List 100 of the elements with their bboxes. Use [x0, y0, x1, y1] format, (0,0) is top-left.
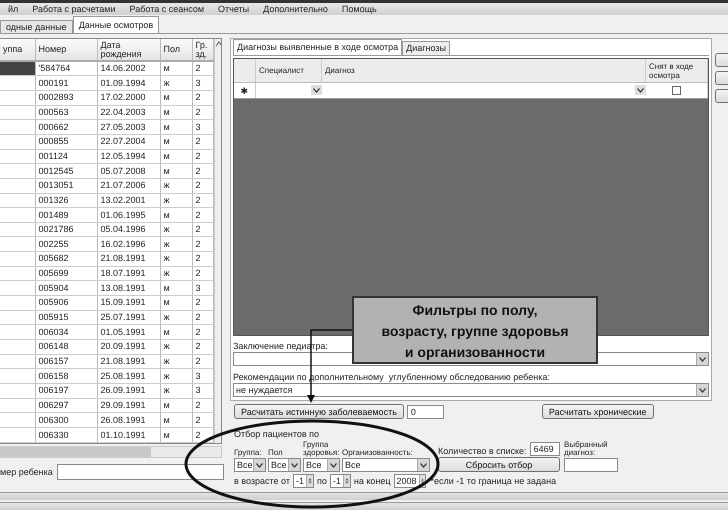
table-cell: ж: [160, 178, 192, 194]
table-cell: ж: [160, 222, 192, 237]
column-header[interactable]: Дата рождения: [97, 39, 160, 62]
table-cell: 005682: [35, 252, 97, 266]
spin-field[interactable]: -1: [292, 474, 314, 488]
reset-button[interactable]: Сбросить отбор: [438, 457, 560, 472]
table-cell: ж: [160, 384, 192, 398]
column-header[interactable]: Снят в ходе осмотра: [646, 59, 708, 82]
table-cell: 2: [192, 193, 213, 208]
table-cell: 27.05.2003: [97, 120, 160, 134]
field-label: Количество в списке:: [438, 446, 527, 456]
table-cell: ж: [160, 236, 192, 252]
menu-item[interactable]: Дополнительно: [258, 4, 337, 14]
table-cell: 2: [192, 164, 213, 178]
table-cell: 05.04.1996: [97, 222, 160, 237]
input-field[interactable]: 0: [406, 404, 444, 418]
callout-text: Фильтры по полу, возрасту, группе здоровья и организованности: [352, 296, 598, 364]
column-header[interactable]: Пол: [160, 39, 192, 62]
table-cell: 3: [192, 384, 213, 398]
table-cell: 2: [192, 398, 213, 413]
field-label: мер ребенка: [0, 467, 53, 477]
table-cell: 005906: [35, 296, 97, 310]
table-cell: 000191: [35, 76, 97, 90]
input-field[interactable]: [564, 458, 618, 472]
dropdown[interactable]: Все: [234, 458, 266, 472]
table-cell: м: [160, 398, 192, 413]
column-header[interactable]: уппа: [0, 39, 35, 62]
table-cell: 2: [192, 61, 213, 76]
column-header[interactable]: Диагноз: [322, 59, 646, 82]
table-cell: 3: [192, 368, 213, 384]
table-cell: 000563: [35, 105, 97, 120]
scroll-up-icon[interactable]: [214, 39, 221, 49]
table-cell: 006158: [35, 368, 97, 384]
table-cell: ж: [160, 354, 192, 369]
column-header[interactable]: Гр. зд.: [192, 39, 213, 62]
table-cell: 25.07.1991: [97, 310, 160, 325]
table-cell: 006148: [35, 340, 97, 354]
table-cell: 01.05.1991: [97, 324, 160, 340]
table-cell: 18.07.1991: [97, 266, 160, 281]
table-cell: ж: [160, 266, 192, 281]
table-cell: 16.02.1996: [97, 236, 160, 252]
table-cell: ж: [160, 76, 192, 90]
section-label: Отбор пациентов по: [234, 429, 320, 439]
dropdown[interactable]: Все: [268, 458, 301, 472]
menu-item[interactable]: Работа с расчетами: [27, 4, 125, 14]
field-label: на конец: [354, 476, 391, 486]
caret-icon: [330, 462, 337, 468]
tab[interactable]: Диагнозы выявленные в ходе осмотра: [233, 39, 402, 55]
table-cell: ж: [160, 193, 192, 208]
column-header[interactable]: Номер: [35, 39, 97, 62]
table-cell: 006330: [35, 428, 97, 442]
field-label: Группа здоровья:: [303, 440, 340, 457]
dropdown[interactable]: Все: [303, 458, 340, 472]
calculate-button[interactable]: Расчитать истинную заболеваемость: [234, 404, 404, 419]
table-cell: 006157: [35, 354, 97, 369]
table-cell: м: [160, 280, 192, 296]
table-cell: 2: [192, 208, 213, 222]
table-cell: 006197: [35, 384, 97, 398]
menu-item[interactable]: йл: [3, 4, 28, 14]
table-cell: 2: [192, 354, 213, 369]
tab[interactable]: Диагнозы: [402, 41, 450, 55]
table-cell: 2: [192, 236, 213, 252]
tab[interactable]: Данные осмотров: [72, 16, 160, 33]
table-cell: 29.09.1991: [97, 398, 160, 413]
table-cell: 0013051: [35, 178, 97, 194]
table-cell: 13.02.2001: [97, 193, 160, 208]
column-header[interactable]: Специалист: [256, 59, 322, 82]
menu-item[interactable]: Отчеты: [213, 4, 258, 14]
table-cell: 006300: [35, 412, 97, 428]
dropdown[interactable]: Все: [342, 458, 430, 472]
checkbox[interactable]: [672, 86, 681, 95]
table-cell: ж: [160, 310, 192, 325]
table-cell: 25.08.1991: [97, 368, 160, 384]
input-field[interactable]: [56, 464, 224, 480]
spin-field[interactable]: 2008: [394, 474, 426, 488]
table-cell: 3: [192, 280, 213, 296]
table-cell: м: [160, 90, 192, 106]
table-cell: 2: [192, 178, 213, 194]
table-cell: 15.09.1991: [97, 296, 160, 310]
table-cell: 2: [192, 428, 213, 442]
table-cell: 22.04.2003: [97, 105, 160, 120]
menu-item[interactable]: Помощь: [336, 4, 386, 14]
table-cell: ж: [160, 340, 192, 354]
table-cell: 05.07.2008: [97, 164, 160, 178]
spin-field[interactable]: -1: [330, 474, 351, 488]
table-cell: м: [160, 120, 192, 134]
table-cell: 2: [192, 105, 213, 120]
table-cell: 001326: [35, 193, 97, 208]
spin-arrows-icon: [306, 475, 313, 487]
menu-item[interactable]: Работа с сеансом: [124, 4, 214, 14]
row-header[interactable]: [0, 61, 35, 76]
caret-icon: [420, 462, 427, 468]
tab[interactable]: одные данные: [0, 20, 73, 33]
table-cell: м: [160, 105, 192, 120]
calculate-button[interactable]: Расчитать хронические: [542, 404, 654, 419]
table-cell: 21.08.1991: [97, 354, 160, 369]
table-cell: 21.08.1991: [97, 252, 160, 266]
dropdown[interactable]: не нуждается: [233, 383, 709, 397]
table-cell: м: [160, 134, 192, 150]
caret-icon: [313, 88, 320, 92]
